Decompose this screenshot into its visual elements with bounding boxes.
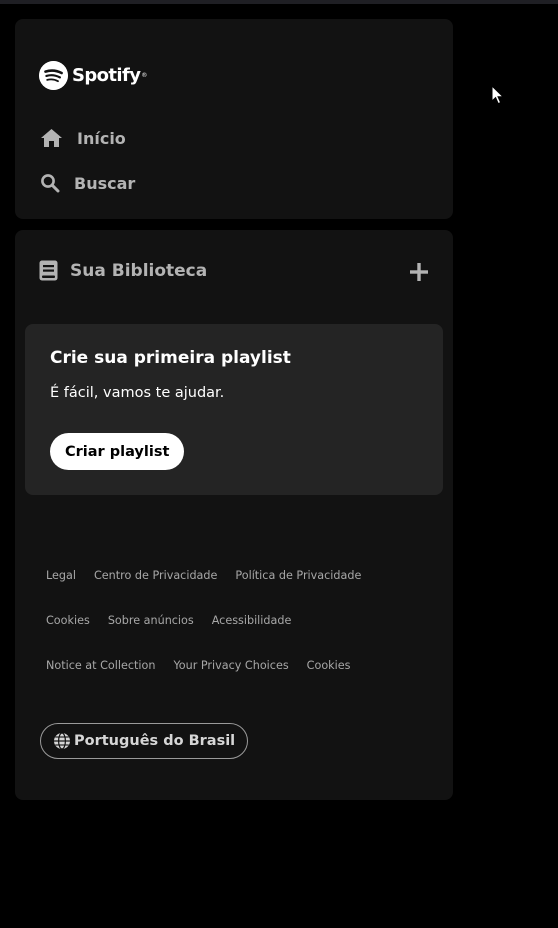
card-subtitle: É fácil, vamos te ajudar. [50,385,225,401]
footer-link-accessibility[interactable]: Acessibilidade [212,614,292,627]
sidebar-top-panel: Spotify ® Início Buscar [15,19,453,219]
globe-icon [54,732,70,750]
nav-home[interactable]: Início [40,128,126,148]
nav-search[interactable]: Buscar [40,173,135,193]
footer-link-cookies[interactable]: Cookies [46,614,90,627]
footer-link-about-ads[interactable]: Sobre anúncios [108,614,194,627]
logo-trademark: ® [141,71,148,79]
footer-link-privacy-center[interactable]: Centro de Privacidade [94,569,217,582]
library-icon [39,260,58,281]
footer-link-notice-at-collection[interactable]: Notice at Collection [46,659,155,672]
nav-search-label: Buscar [74,173,136,193]
library-panel: Sua Biblioteca Crie sua primeira playlis… [15,230,453,800]
logo-wordmark: Spotify [72,64,141,86]
search-icon [41,174,60,193]
mouse-cursor-icon [491,85,505,105]
nav-home-label: Início [77,128,126,148]
card-title: Crie sua primeira playlist [50,348,291,368]
language-label: Português do Brasil [74,733,236,749]
footer-link-legal[interactable]: Legal [46,569,76,582]
spotify-logo[interactable]: Spotify ® [39,60,147,90]
footer-row: Cookies Sobre anúncios Acessibilidade [46,614,446,659]
create-playlist-plus-button[interactable] [407,260,431,284]
footer-link-privacy-choices[interactable]: Your Privacy Choices [173,659,288,672]
spotify-icon [39,60,68,90]
footer-link-privacy-policy[interactable]: Política de Privacidade [235,569,361,582]
footer-row: Notice at Collection Your Privacy Choice… [46,659,446,704]
footer-link-cookies-2[interactable]: Cookies [307,659,351,672]
footer-links: Legal Centro de Privacidade Política de … [46,569,446,704]
window-top-bar [0,0,558,4]
library-title: Sua Biblioteca [70,260,208,281]
language-button[interactable]: Português do Brasil [40,723,249,759]
create-playlist-card: Crie sua primeira playlist É fácil, vamo… [25,324,443,495]
create-playlist-button[interactable]: Criar playlist [50,433,185,470]
footer-row: Legal Centro de Privacidade Política de … [46,569,446,614]
plus-icon [410,263,428,281]
library-header[interactable]: Sua Biblioteca [39,260,207,281]
home-icon [41,129,62,147]
